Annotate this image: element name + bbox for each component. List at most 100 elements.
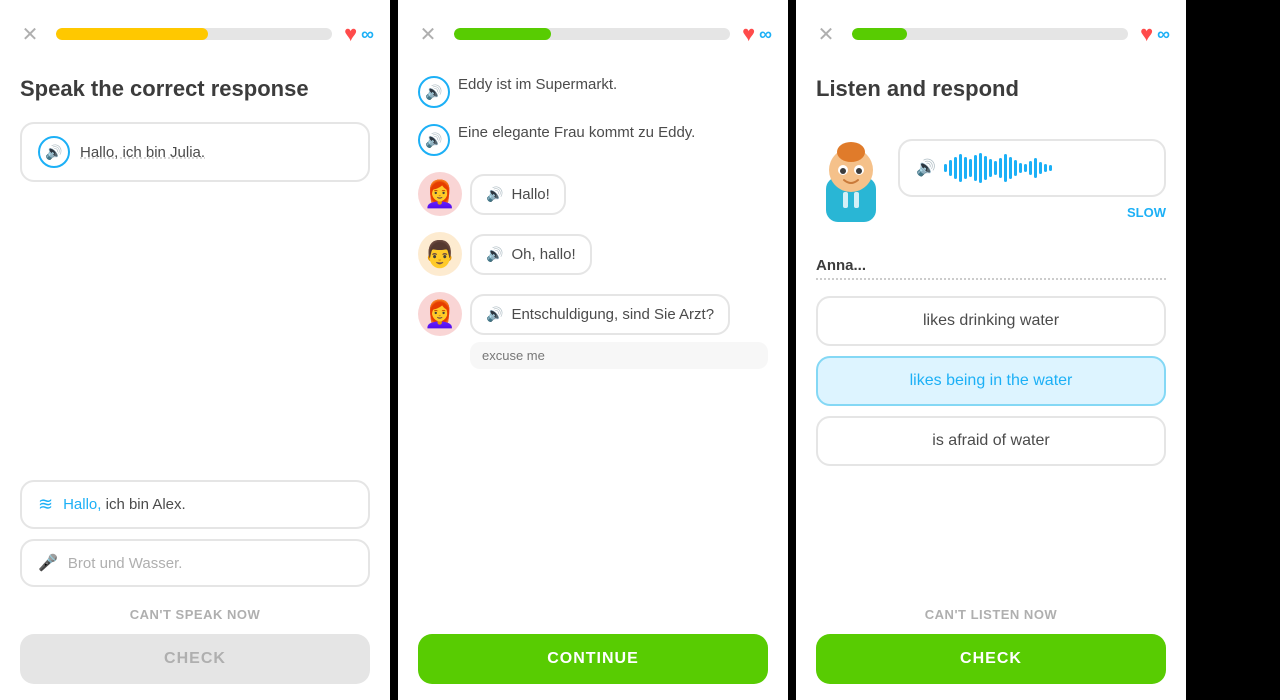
wave-bar	[954, 157, 957, 179]
panel2-header: ✕ ♥ ∞	[398, 0, 788, 60]
wave-bar	[1039, 162, 1042, 174]
chat-line-2: 🔊 Eine elegante Frau kommt zu Eddy.	[418, 124, 768, 156]
wave-bar	[969, 159, 972, 177]
slow-button[interactable]: SLOW	[898, 205, 1166, 220]
heart-icon-1: ♥	[344, 21, 357, 47]
chat-speaker-2[interactable]: 🔊	[418, 124, 450, 156]
panel1-title: Speak the correct response	[20, 76, 370, 102]
separator-2	[788, 0, 796, 700]
wave-bar	[1009, 157, 1012, 179]
panel1-content: Speak the correct response 🔊 Hallo, ich …	[0, 60, 390, 700]
chat-line-5: 👩‍🦰 🔊 Entschuldigung, sind Sie Arzt?	[418, 292, 768, 336]
chat-speaker-icon-5[interactable]: 🔊	[486, 306, 503, 323]
character-svg	[816, 132, 886, 227]
panel-speak: ✕ ♥ ∞ Speak the correct response 🔊 Hallo…	[0, 0, 390, 700]
avatar-emoji-4: 👨	[424, 239, 456, 270]
speaker-icon-1[interactable]: 🔊	[38, 136, 70, 168]
heart-area-2: ♥ ∞	[742, 21, 772, 47]
avatar-emoji-5: 👩‍🦰	[424, 299, 456, 330]
check-button-1[interactable]: CHECK	[20, 634, 370, 684]
close-button-2[interactable]: ✕	[414, 20, 442, 48]
panel-listen: ✕ ♥ ∞ Listen and respond	[796, 0, 1186, 700]
cant-speak-label[interactable]: CAN'T SPEAK NOW	[20, 607, 370, 622]
wave-bar	[949, 160, 952, 176]
panel3-content: Listen and respond	[796, 60, 1186, 700]
wave-bar	[1034, 158, 1037, 178]
audio-wave-box[interactable]: 🔊	[898, 139, 1166, 197]
continue-button[interactable]: CONTINUE	[418, 634, 768, 684]
check-button-3[interactable]: CHECK	[816, 634, 1166, 684]
chat-bubble-4[interactable]: 🔊 Oh, hallo!	[470, 234, 592, 275]
prompt-text: Hallo, ich bin Julia.	[80, 144, 205, 161]
chat-speaker-1[interactable]: 🔊	[418, 76, 450, 108]
progress-fill-1	[56, 28, 208, 40]
response-highlight: Hallo,	[63, 496, 101, 513]
panel3-bottom: CAN'T LISTEN NOW CHECK	[816, 607, 1166, 684]
chat-area: 🔊 Eddy ist im Supermarkt. 🔊 Eine elegant…	[418, 76, 768, 618]
wave-bar	[1044, 164, 1047, 172]
chat-text-5: Entschuldigung, sind Sie Arzt?	[511, 306, 714, 323]
wave-bar	[1004, 154, 1007, 182]
chat-bubble-5[interactable]: 🔊 Entschuldigung, sind Sie Arzt?	[470, 294, 730, 335]
wave-bar	[1049, 165, 1052, 171]
heart-icon-2: ♥	[742, 21, 755, 47]
wave-bar	[984, 156, 987, 180]
response-text: Hallo, ich bin Alex.	[63, 496, 186, 513]
wave-icon: ≋	[38, 494, 53, 515]
response-area: ≋ Hallo, ich bin Alex. 🎤 Brot und Wasser…	[20, 480, 370, 587]
avatar-emoji-3: 👩‍🦰	[424, 179, 456, 210]
chat-speaker-icon-4[interactable]: 🔊	[486, 246, 503, 263]
heart-area-3: ♥ ∞	[1140, 21, 1170, 47]
wave-bar	[979, 153, 982, 183]
wave-bar	[959, 154, 962, 182]
prompt-bubble[interactable]: 🔊 Hallo, ich bin Julia.	[20, 122, 370, 182]
heart-icon-3: ♥	[1140, 21, 1153, 47]
chat-text-2: Eine elegante Frau kommt zu Eddy.	[458, 124, 695, 141]
response-rest: ich bin Alex.	[106, 496, 186, 513]
chat-line-4: 👨 🔊 Oh, hallo!	[418, 232, 768, 276]
wave-bar	[964, 157, 967, 179]
close-button-1[interactable]: ✕	[16, 20, 44, 48]
character-avatar	[816, 132, 886, 227]
translation-tag: excuse me	[470, 342, 768, 369]
panel3-title: Listen and respond	[816, 76, 1166, 102]
audio-speaker-icon[interactable]: 🔊	[916, 158, 936, 178]
panel3-header: ✕ ♥ ∞	[796, 0, 1186, 60]
answer-option-1[interactable]: likes drinking water	[816, 296, 1166, 346]
progress-bar-2	[454, 28, 730, 40]
chat-text-3: Hallo!	[511, 186, 549, 203]
infinity-icon-2: ∞	[759, 24, 772, 45]
infinity-icon-3: ∞	[1157, 24, 1170, 45]
progress-bar-3	[852, 28, 1128, 40]
progress-bar-1	[56, 28, 332, 40]
wave-bar	[1024, 164, 1027, 172]
wave-bars	[944, 153, 1052, 183]
chat-line-1: 🔊 Eddy ist im Supermarkt.	[418, 76, 768, 108]
mic-bubble[interactable]: 🎤 Brot und Wasser.	[20, 539, 370, 587]
cant-listen-label[interactable]: CAN'T LISTEN NOW	[816, 607, 1166, 622]
panel-chat: ✕ ♥ ∞ 🔊 Eddy ist im Supermarkt. 🔊 Eine e…	[398, 0, 788, 700]
chat-line-5-group: 👩‍🦰 🔊 Entschuldigung, sind Sie Arzt? exc…	[418, 292, 768, 369]
answer-option-3[interactable]: is afraid of water	[816, 416, 1166, 466]
progress-fill-2	[454, 28, 551, 40]
avatar-5: 👩‍🦰	[418, 292, 462, 336]
chat-line-3: 👩‍🦰 🔊 Hallo!	[418, 172, 768, 216]
chat-speaker-icon-3[interactable]: 🔊	[486, 186, 503, 203]
avatar-3: 👩‍🦰	[418, 172, 462, 216]
wave-bar	[994, 161, 997, 175]
wave-bar	[989, 159, 992, 177]
close-button-3[interactable]: ✕	[812, 20, 840, 48]
chat-bubble-3[interactable]: 🔊 Hallo!	[470, 174, 566, 215]
mic-icon: 🎤	[38, 553, 58, 573]
anna-label: Anna...	[816, 257, 1166, 280]
response-bubble: ≋ Hallo, ich bin Alex.	[20, 480, 370, 529]
wave-bar	[999, 158, 1002, 178]
panel2-content: 🔊 Eddy ist im Supermarkt. 🔊 Eine elegant…	[398, 60, 788, 700]
separator-1	[390, 0, 398, 700]
panel1-header: ✕ ♥ ∞	[0, 0, 390, 60]
chat-text-4: Oh, hallo!	[511, 246, 575, 263]
heart-area-1: ♥ ∞	[344, 21, 374, 47]
answer-option-2[interactable]: likes being in the water	[816, 356, 1166, 406]
progress-fill-3	[852, 28, 907, 40]
wave-bar	[1014, 160, 1017, 176]
